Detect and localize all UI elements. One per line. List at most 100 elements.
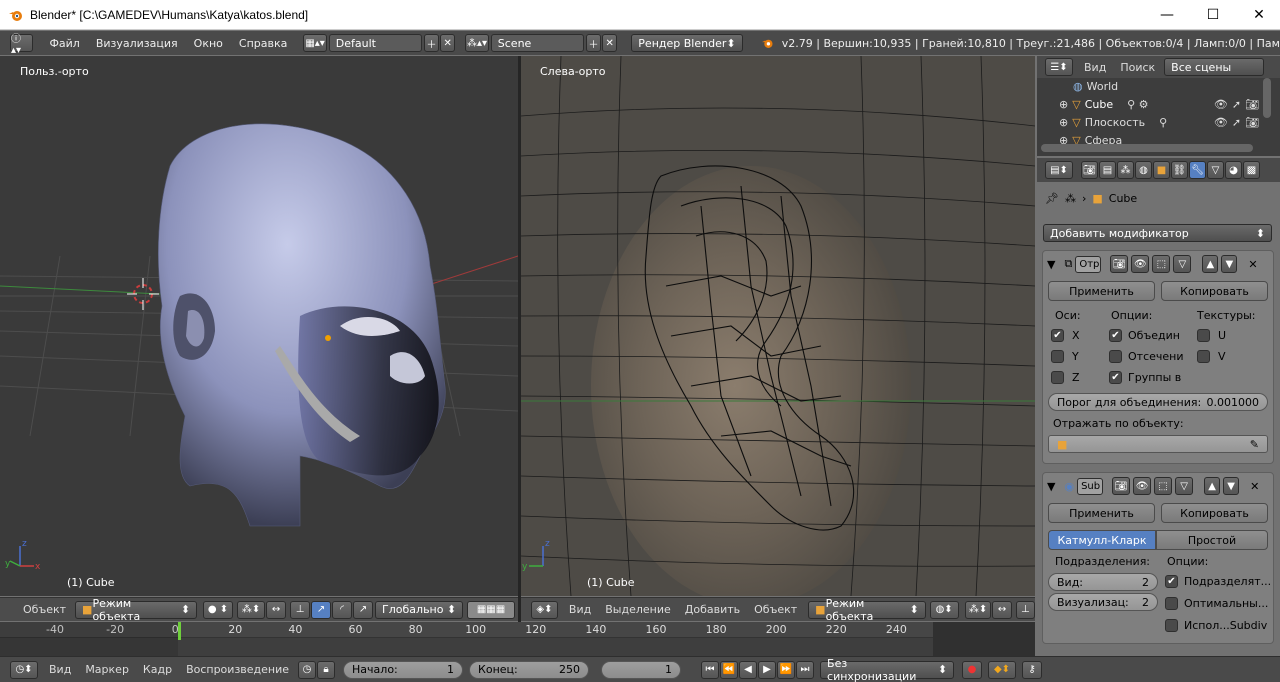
manipulator-toggle[interactable]: ↔ xyxy=(992,600,1012,619)
transform-widget-toggle[interactable]: ⊥ xyxy=(290,600,311,619)
select-cursor-icon[interactable]: ➚ xyxy=(1232,116,1241,129)
eyedropper-icon[interactable]: ✎ xyxy=(1250,438,1259,451)
render-toggle[interactable]: 📷︎ xyxy=(1110,255,1129,273)
menu-object[interactable]: Объект xyxy=(747,603,804,616)
move-down-button[interactable]: ▼ xyxy=(1223,477,1240,495)
remove-layout-button[interactable]: ✕ xyxy=(440,34,456,52)
lock-range-toggle[interactable]: 🔒︎ xyxy=(317,660,336,679)
menu-object[interactable]: Объект xyxy=(16,603,73,616)
start-frame-field[interactable]: Начало: 1 xyxy=(343,660,464,679)
optimal-display-checkbox[interactable]: Оптимальны... xyxy=(1165,597,1268,610)
jump-start-button[interactable]: ⏮ xyxy=(701,660,720,679)
manipulator-toggle[interactable]: ↔ xyxy=(266,600,287,619)
prev-keyframe-button[interactable]: ⏪ xyxy=(720,660,739,679)
menu-add[interactable]: Добавить xyxy=(678,603,747,616)
axis-y-checkbox[interactable]: Y xyxy=(1051,350,1079,363)
cage-toggle[interactable]: ▽ xyxy=(1175,477,1194,495)
scale-toggle[interactable]: ↗ xyxy=(353,600,374,619)
pivot-dropdown[interactable]: ⁂⬍ xyxy=(964,600,992,619)
axis-x-checkbox[interactable]: ✔ X xyxy=(1051,329,1080,342)
shading-dropdown[interactable]: ● ⬍ xyxy=(203,600,234,619)
outliner-item-plane[interactable]: ⊕ ▽ Плоскость ⚲ 👁︎ ➚ 📷︎ xyxy=(1059,116,1259,129)
remove-modifier-icon[interactable]: ✕ xyxy=(1250,480,1259,493)
render-toggle[interactable]: 📷︎ xyxy=(1112,477,1131,495)
shading-dropdown[interactable]: ◍⬍ xyxy=(929,600,959,619)
remove-modifier-icon[interactable]: ✕ xyxy=(1248,258,1257,271)
subdivide-uvs-checkbox[interactable]: ✔ Подразделят... xyxy=(1165,575,1271,588)
keying-set-dropdown[interactable]: ◆⬍ xyxy=(988,660,1017,679)
next-keyframe-button[interactable]: ⏩ xyxy=(777,660,796,679)
interaction-mode-dropdown[interactable]: ■ Режим объекта ⬍ xyxy=(808,597,926,623)
layout-name-field[interactable]: Default xyxy=(328,34,422,52)
editor-type-3d-button[interactable]: ◈⬍ xyxy=(531,600,558,619)
copy-button[interactable]: Копировать xyxy=(1161,281,1268,301)
jump-end-button[interactable]: ⏭ xyxy=(796,660,815,679)
apply-button[interactable]: Применить xyxy=(1048,503,1155,523)
tab-render-layers[interactable]: ▤ xyxy=(1099,161,1116,179)
current-frame-field[interactable]: 1 xyxy=(601,660,682,679)
add-scene-button[interactable]: ＋ xyxy=(585,34,602,52)
menu-marker[interactable]: Маркер xyxy=(78,663,136,676)
pin-icon[interactable]: 📌︎ xyxy=(1045,192,1059,205)
render-camera-icon[interactable]: 📷︎ xyxy=(1245,98,1259,111)
tab-data[interactable]: ▽ xyxy=(1207,161,1224,179)
texture-v-checkbox[interactable]: V xyxy=(1197,350,1226,363)
menu-view[interactable]: Вид xyxy=(42,663,78,676)
collapse-triangle-icon[interactable]: ▼ xyxy=(1047,480,1055,493)
mirror-object-field[interactable]: ■ ✎ xyxy=(1048,435,1268,453)
catmull-clark-toggle[interactable]: Катмулл-Кларк xyxy=(1048,530,1156,550)
scene-name-field[interactable]: Scene xyxy=(490,34,584,52)
preview-range-toggle[interactable]: ◷ xyxy=(298,660,317,679)
visibility-eye-icon[interactable]: 👁︎ xyxy=(1214,98,1228,111)
remove-scene-button[interactable]: ✕ xyxy=(602,34,618,52)
clipping-checkbox[interactable]: Отсечени xyxy=(1109,350,1184,363)
viewport-user-ortho[interactable]: z x y Польз.-орто (1) Cube xyxy=(0,56,518,596)
translate-toggle[interactable]: ↗ xyxy=(311,600,332,619)
opensubdiv-checkbox[interactable]: Испол...Subdiv xyxy=(1165,619,1267,632)
select-cursor-icon[interactable]: ➚ xyxy=(1232,98,1241,111)
play-button[interactable]: ▶ xyxy=(758,660,777,679)
render-engine-dropdown[interactable]: Рендер Blender ⬍ xyxy=(631,34,743,52)
render-levels-field[interactable]: Визуализац: 2 xyxy=(1048,593,1158,611)
merge-threshold-field[interactable]: Порог для объединения: 0.001000 xyxy=(1048,393,1268,411)
modifier-name-field[interactable]: Отр xyxy=(1075,255,1102,273)
move-up-button[interactable]: ▲ xyxy=(1202,255,1219,273)
add-layout-button[interactable]: ＋ xyxy=(423,34,440,52)
outliner-item-cube[interactable]: ⊕ ▽ Cube ⚲ ⚙ 👁︎ ➚ 📷︎ xyxy=(1059,98,1259,111)
outliner-item-sphere[interactable]: ⊕ ▽ Сфера xyxy=(1059,134,1259,144)
maximize-button[interactable]: ☐ xyxy=(1190,0,1236,30)
editor-type-timeline-button[interactable]: ◷⬍ xyxy=(10,660,38,679)
visibility-eye-icon[interactable]: 👁︎ xyxy=(1214,116,1228,129)
pivot-dropdown[interactable]: ⁂⬍ xyxy=(237,600,266,619)
tab-modifiers[interactable]: 🔧︎ xyxy=(1189,161,1206,179)
apply-button[interactable]: Применить xyxy=(1048,281,1155,301)
menu-file[interactable]: Файл xyxy=(41,37,87,50)
tab-scene[interactable]: ⁂ xyxy=(1117,161,1134,179)
editor-type-info-button[interactable]: ⓘ ▴▾ xyxy=(10,34,34,56)
display-mode-dropdown[interactable]: Все сцены xyxy=(1164,58,1265,76)
editor-type-outliner-button[interactable]: ☰⬍ xyxy=(1045,58,1073,76)
collapse-triangle-icon[interactable]: ▼ xyxy=(1047,258,1055,271)
viewport-left-ortho[interactable]: z y Слева-орто (1) Cube xyxy=(521,56,1035,596)
menu-help[interactable]: Справка xyxy=(231,37,295,50)
rotate-toggle[interactable]: ◜ xyxy=(332,600,353,619)
viewport-toggle[interactable]: 👁︎ xyxy=(1133,477,1152,495)
menu-frame[interactable]: Кадр xyxy=(136,663,179,676)
interaction-mode-dropdown[interactable]: ■ Режим объекта ⬍ xyxy=(75,597,198,623)
tab-constraints[interactable]: ⛓ xyxy=(1171,161,1188,179)
editmode-toggle[interactable]: ⬚ xyxy=(1154,477,1173,495)
tab-render[interactable]: 📷︎ xyxy=(1081,161,1098,179)
layout-selector-button[interactable]: ▦▴▾ xyxy=(303,34,327,52)
outliner-item-world[interactable]: ◍ World xyxy=(1073,80,1118,93)
layer-buttons[interactable]: ▦▦▦ xyxy=(467,600,516,619)
timeline-area[interactable]: -40-200204060801001201401601802002202402… xyxy=(0,622,1035,656)
tab-material[interactable]: ◕ xyxy=(1225,161,1242,179)
menu-select[interactable]: Выделение xyxy=(598,603,678,616)
viewport-toggle[interactable]: 👁︎ xyxy=(1131,255,1150,273)
menu-playback[interactable]: Воспроизведение xyxy=(179,663,296,676)
close-button[interactable]: ✕ xyxy=(1236,0,1280,30)
transform-widget-toggle[interactable]: ⊥ xyxy=(1015,600,1035,619)
tab-object[interactable]: ■ xyxy=(1153,161,1170,179)
menu-render[interactable]: Визуализация xyxy=(88,37,186,50)
current-frame-marker[interactable] xyxy=(178,622,181,640)
